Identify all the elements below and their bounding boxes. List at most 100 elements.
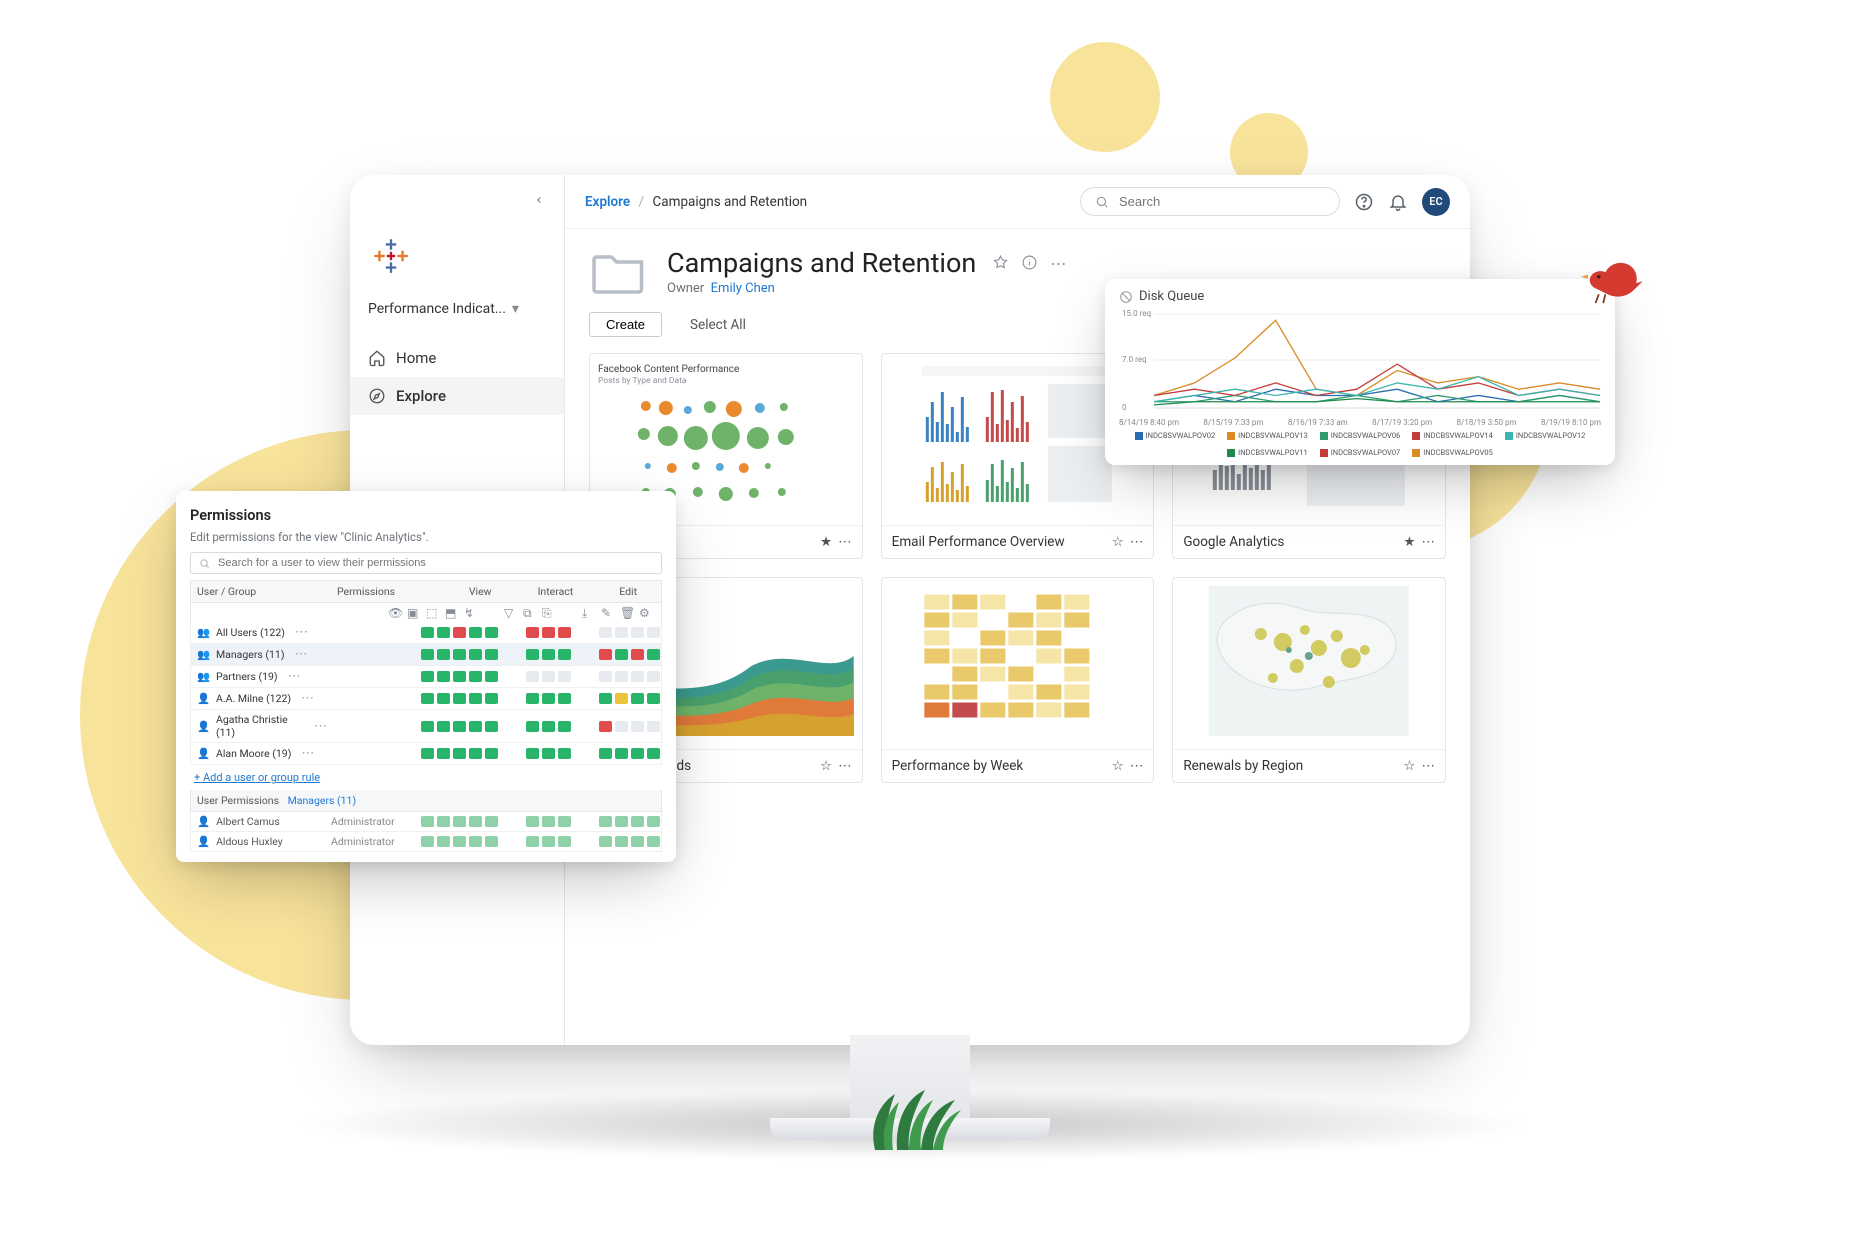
- perm-cell[interactable]: [631, 748, 644, 759]
- perm-cell[interactable]: [453, 693, 466, 704]
- more-icon[interactable]: ⋯: [1130, 758, 1144, 774]
- permission-row[interactable]: 👤A.A. Milne (122)⋯: [190, 688, 662, 710]
- more-icon[interactable]: ⋯: [284, 669, 305, 684]
- perm-cell[interactable]: [615, 721, 628, 732]
- perm-cell[interactable]: [485, 671, 498, 682]
- perm-cell[interactable]: [558, 627, 571, 638]
- more-icon[interactable]: ⋯: [1130, 534, 1144, 550]
- perm-cell[interactable]: [647, 649, 660, 660]
- permission-row[interactable]: 👥Partners (19)⋯: [190, 666, 662, 688]
- perm-cell[interactable]: [421, 627, 434, 638]
- perm-cell[interactable]: [469, 671, 482, 682]
- star-icon[interactable]: ☆: [820, 758, 832, 774]
- permission-row[interactable]: 👤Alan Moore (19)⋯: [190, 743, 662, 765]
- perm-cell[interactable]: [437, 693, 450, 704]
- perm-cell[interactable]: [421, 721, 434, 732]
- project-selector[interactable]: Performance Indicat... ▾: [368, 301, 546, 317]
- perm-cell[interactable]: [558, 671, 571, 682]
- perm-cell[interactable]: [421, 748, 434, 759]
- perm-cell[interactable]: [526, 627, 539, 638]
- permissions-search-field[interactable]: [216, 556, 653, 570]
- perm-cell[interactable]: [437, 671, 450, 682]
- perm-cell[interactable]: [599, 721, 612, 732]
- permission-row[interactable]: 👥Managers (11)⋯: [190, 644, 662, 666]
- permissions-search[interactable]: [190, 552, 662, 574]
- perm-cell[interactable]: [421, 671, 434, 682]
- perm-cell[interactable]: [558, 748, 571, 759]
- sidebar-item-home[interactable]: Home: [350, 339, 564, 377]
- perm-cell[interactable]: [599, 649, 612, 660]
- perm-cell[interactable]: [599, 627, 612, 638]
- perm-cell[interactable]: [558, 693, 571, 704]
- more-icon[interactable]: ⋯: [297, 691, 318, 706]
- star-icon[interactable]: ☆: [1112, 758, 1124, 774]
- owner-link[interactable]: Emily Chen: [711, 281, 775, 296]
- perm-cell[interactable]: [437, 649, 450, 660]
- star-icon[interactable]: ☆: [1403, 758, 1415, 774]
- more-icon[interactable]: ⋯: [291, 625, 312, 640]
- user-permission-row[interactable]: 👤Aldous HuxleyAdministrator: [190, 832, 662, 852]
- perm-cell[interactable]: [437, 748, 450, 759]
- perm-cell[interactable]: [647, 627, 660, 638]
- perm-cell[interactable]: [615, 627, 628, 638]
- more-icon[interactable]: ⋯: [310, 719, 331, 734]
- perm-cell[interactable]: [453, 721, 466, 732]
- search-field[interactable]: [1117, 193, 1325, 210]
- select-all-button[interactable]: Select All: [690, 317, 746, 333]
- perm-cell[interactable]: [631, 693, 644, 704]
- perm-cell[interactable]: [615, 693, 628, 704]
- perm-cell[interactable]: [437, 627, 450, 638]
- perm-cell[interactable]: [526, 693, 539, 704]
- perm-cell[interactable]: [526, 721, 539, 732]
- perm-cell[interactable]: [631, 649, 644, 660]
- card-performance-week[interactable]: Performance by Week ☆ ⋯: [881, 577, 1155, 783]
- perm-cell[interactable]: [558, 721, 571, 732]
- more-icon[interactable]: ⋯: [838, 758, 852, 774]
- perm-cell[interactable]: [599, 671, 612, 682]
- more-icon[interactable]: ⋯: [1421, 534, 1435, 550]
- perm-cell[interactable]: [469, 748, 482, 759]
- perm-cell[interactable]: [437, 721, 450, 732]
- perm-cell[interactable]: [469, 721, 482, 732]
- collapse-sidebar-button[interactable]: [528, 189, 550, 211]
- star-icon[interactable]: ☆: [1112, 534, 1124, 550]
- permission-row[interactable]: 👤Agatha Christie (11)⋯: [190, 710, 662, 743]
- perm-cell[interactable]: [469, 649, 482, 660]
- perm-cell[interactable]: [542, 693, 555, 704]
- perm-cell[interactable]: [599, 748, 612, 759]
- permission-row[interactable]: 👥All Users (122)⋯: [190, 622, 662, 644]
- perm-cell[interactable]: [615, 649, 628, 660]
- sidebar-item-explore[interactable]: Explore: [350, 377, 564, 415]
- perm-cell[interactable]: [453, 649, 466, 660]
- perm-cell[interactable]: [542, 649, 555, 660]
- perm-cell[interactable]: [485, 627, 498, 638]
- star-icon[interactable]: ★: [820, 534, 832, 550]
- perm-cell[interactable]: [453, 627, 466, 638]
- perm-cell[interactable]: [599, 693, 612, 704]
- perm-cell[interactable]: [485, 693, 498, 704]
- create-button[interactable]: Create: [589, 312, 662, 337]
- notifications-icon[interactable]: [1388, 192, 1408, 212]
- perm-cell[interactable]: [631, 721, 644, 732]
- star-icon[interactable]: [992, 254, 1009, 273]
- perm-cell[interactable]: [526, 649, 539, 660]
- perm-cell[interactable]: [469, 627, 482, 638]
- breadcrumb-root[interactable]: Explore: [585, 194, 630, 210]
- help-icon[interactable]: [1354, 192, 1374, 212]
- perm-cell[interactable]: [647, 693, 660, 704]
- more-icon[interactable]: ⋯: [1421, 758, 1435, 774]
- perm-cell[interactable]: [453, 748, 466, 759]
- perm-cell[interactable]: [421, 693, 434, 704]
- perm-cell[interactable]: [615, 671, 628, 682]
- perm-cell[interactable]: [453, 671, 466, 682]
- perm-cell[interactable]: [631, 627, 644, 638]
- perm-cell[interactable]: [647, 748, 660, 759]
- perm-cell[interactable]: [542, 721, 555, 732]
- add-rule-link[interactable]: + Add a user or group rule: [190, 765, 324, 790]
- card-renewals-region[interactable]: Renewals by Region ☆ ⋯: [1172, 577, 1446, 783]
- avatar[interactable]: EC: [1422, 188, 1450, 216]
- perm-cell[interactable]: [558, 649, 571, 660]
- perm-cell[interactable]: [631, 671, 644, 682]
- perm-cell[interactable]: [647, 721, 660, 732]
- perm-cell[interactable]: [485, 721, 498, 732]
